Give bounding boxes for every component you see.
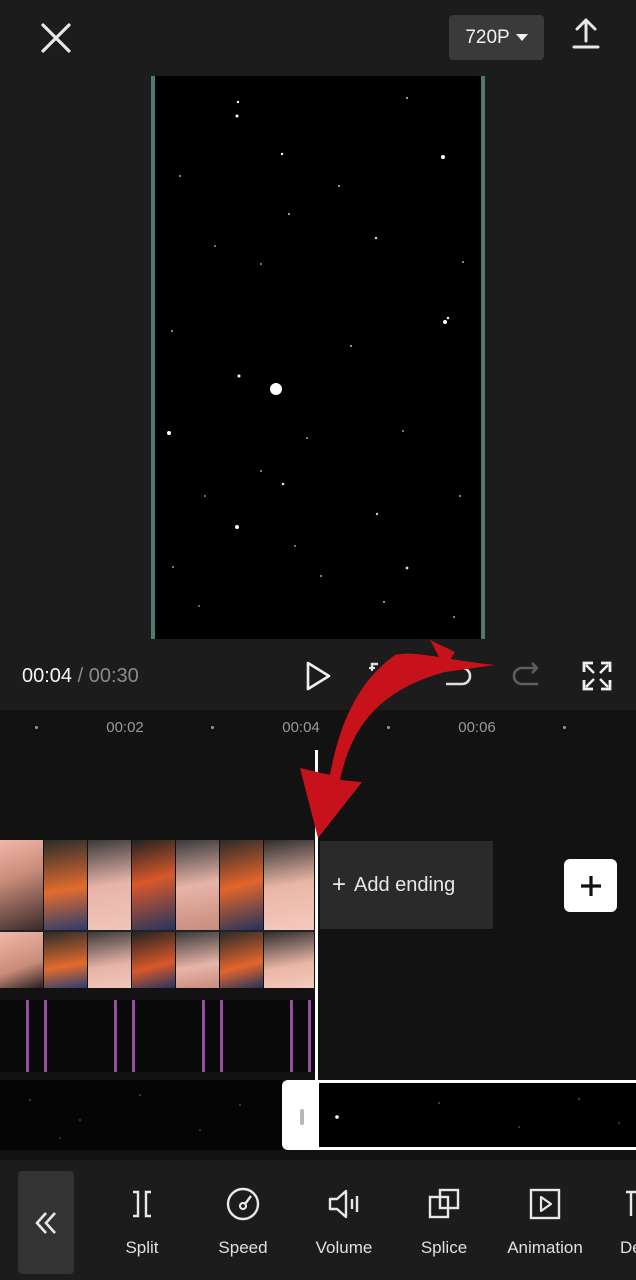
tool-delete[interactable]: De: [600, 1184, 636, 1258]
audio-waveform-bar: [114, 1000, 117, 1072]
audio-waveform-bar: [202, 1000, 205, 1072]
clip-thumbnail: [220, 840, 264, 930]
play-icon[interactable]: [298, 656, 338, 696]
video-preview-area: [0, 76, 636, 640]
ruler-label: 00:02: [106, 719, 144, 736]
overlay-clip-selected[interactable]: [282, 1080, 636, 1150]
add-clip-button[interactable]: [564, 859, 617, 912]
ruler-dot: [211, 726, 214, 729]
tool-volume[interactable]: Volume: [299, 1184, 389, 1258]
clip-thumbnail: [264, 840, 315, 930]
split-icon: [133, 1190, 151, 1218]
ruler-label: 00:06: [458, 719, 496, 736]
speed-icon: [226, 1187, 260, 1221]
top-bar: 720P: [0, 0, 636, 76]
overlay-track-unselected: [0, 1080, 282, 1150]
video-clip[interactable]: [0, 840, 315, 988]
tool-label: De: [620, 1238, 636, 1257]
clip-thumbnail: [176, 840, 220, 930]
double-chevron-left-icon: [35, 1211, 56, 1234]
ruler-label: 00:04: [282, 719, 320, 736]
starfield-image: [167, 97, 464, 618]
audio-waveform-bar: [132, 1000, 135, 1072]
volume-icon: [328, 1189, 359, 1219]
collapse-toolbar-button[interactable]: [18, 1171, 74, 1274]
tool-splice[interactable]: Splice: [399, 1184, 489, 1258]
time-separator: /: [77, 665, 84, 687]
ruler-dot: [35, 726, 38, 729]
tool-label: Speed: [218, 1238, 268, 1257]
clip-thumbnail: [88, 840, 132, 930]
caret-down-icon: [515, 34, 528, 41]
clip-thumbnail: [88, 932, 132, 988]
add-ending-label: Add ending: [354, 873, 456, 896]
audio-waveform-bar: [308, 1000, 311, 1072]
current-time: 00:04: [22, 665, 73, 687]
tool-label: Split: [125, 1238, 159, 1257]
audio-waveform-bar: [290, 1000, 293, 1072]
time-ruler[interactable]: 00:02 00:04 00:06: [0, 710, 636, 746]
tool-label: Volume: [315, 1238, 373, 1257]
clip-thumbnail: [0, 932, 44, 988]
clip-thumbnail: [176, 932, 220, 988]
resolution-label: 720P: [465, 26, 510, 48]
add-ending-button[interactable]: + Add ending: [320, 841, 493, 929]
audio-track[interactable]: [0, 1000, 315, 1072]
clip-thumbnail: [132, 840, 176, 930]
delete-icon: [626, 1190, 636, 1216]
close-icon[interactable]: [36, 18, 76, 58]
trim-handle-left[interactable]: [285, 1083, 319, 1147]
player-controls: 00:04 / 00:30: [0, 640, 636, 712]
clip-thumbnail: [264, 932, 315, 988]
timeline[interactable]: 00:02 00:04 00:06 + Add ending: [0, 710, 636, 1160]
drag-grip-icon: [300, 1109, 304, 1125]
plus-icon: +: [332, 871, 347, 898]
audio-waveform-bar: [26, 1000, 29, 1072]
clip-thumbnail: [220, 932, 264, 988]
starfield-thumbnail: [335, 1098, 620, 1128]
tool-split[interactable]: Split: [97, 1184, 187, 1258]
animation-icon: [529, 1188, 561, 1220]
clip-thumbnail: [132, 932, 176, 988]
undo-icon[interactable]: [436, 656, 476, 696]
time-display: 00:04 / 00:30: [22, 665, 139, 688]
playhead[interactable]: [315, 750, 318, 1118]
fullscreen-icon[interactable]: [577, 656, 617, 696]
plus-icon: [580, 875, 601, 896]
resolution-dropdown[interactable]: 720P: [449, 15, 544, 60]
clip-thumbnail: [44, 932, 88, 988]
keyframe-icon[interactable]: [364, 656, 404, 696]
ruler-dot: [563, 726, 566, 729]
bottom-toolbar: Split Speed Volume Splice Animation D: [0, 1160, 636, 1280]
total-time: 00:30: [88, 665, 139, 687]
tool-label: Splice: [420, 1238, 468, 1257]
audio-waveform-bar: [44, 1000, 47, 1072]
ruler-dot: [387, 726, 390, 729]
tool-label: Animation: [507, 1238, 583, 1257]
tool-animation[interactable]: Animation: [500, 1184, 590, 1258]
starfield-thumbnail: [29, 1094, 241, 1139]
redo-icon[interactable]: [508, 656, 548, 696]
overlay-track[interactable]: [0, 1080, 636, 1150]
tool-speed[interactable]: Speed: [198, 1184, 288, 1258]
splice-icon: [428, 1188, 460, 1219]
export-icon[interactable]: [566, 14, 606, 54]
clip-thumbnail: [44, 840, 88, 930]
clip-thumbnail: [0, 840, 44, 930]
audio-waveform-bar: [220, 1000, 223, 1072]
video-preview[interactable]: [151, 76, 485, 639]
